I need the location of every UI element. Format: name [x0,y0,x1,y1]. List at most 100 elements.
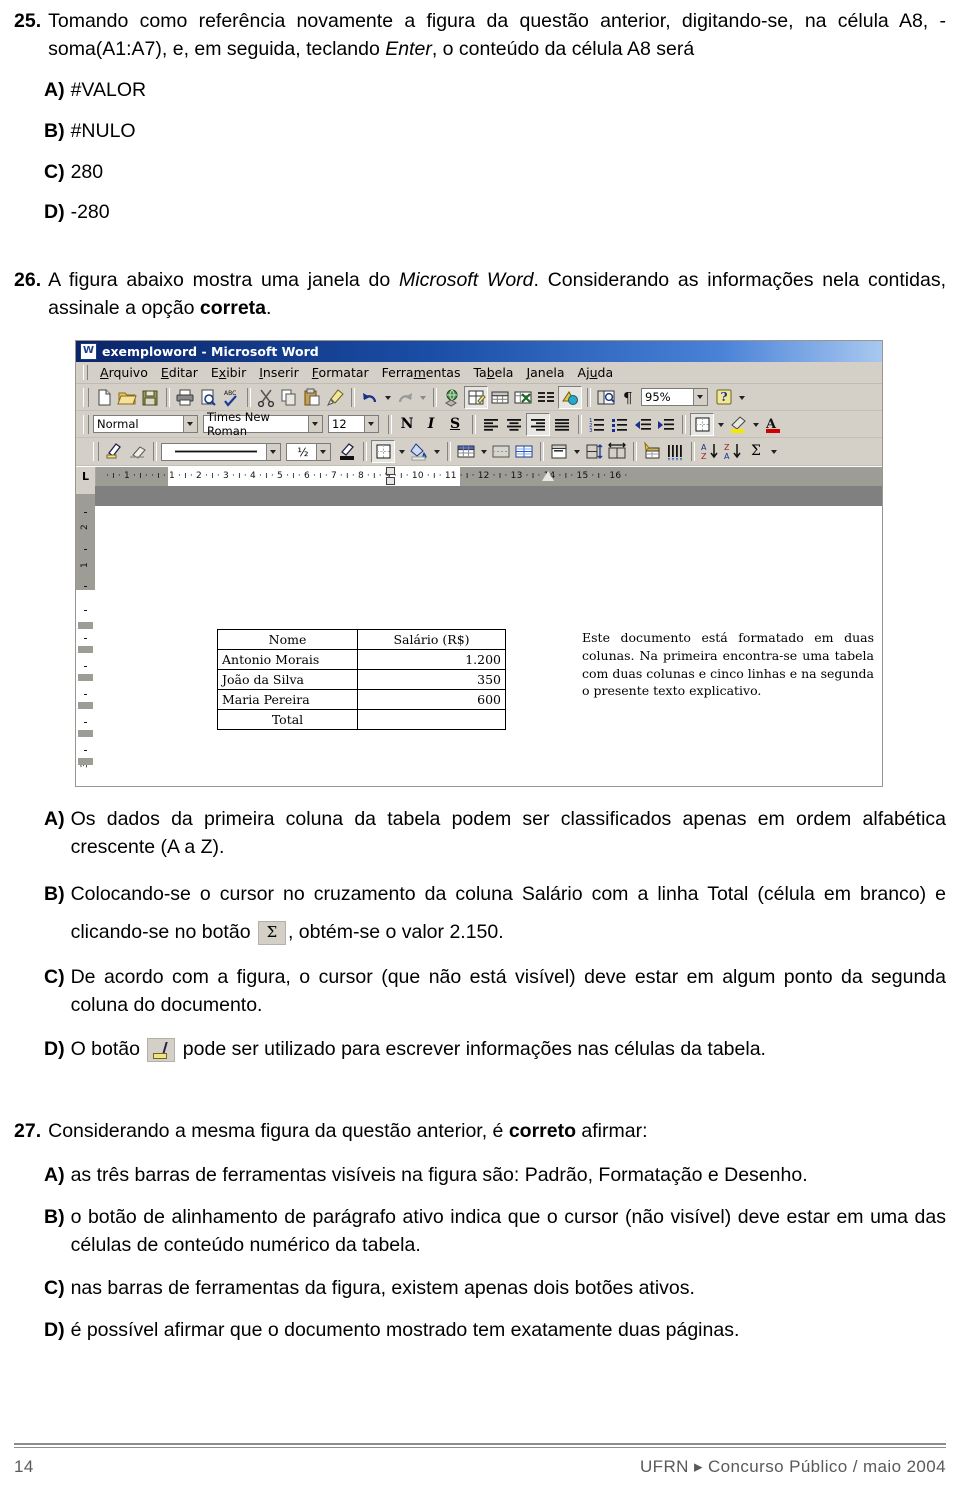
first-line-indent-marker[interactable] [386,467,395,475]
question-26-option-d[interactable]: D) O botão pode ser utilizado para escre… [14,1036,946,1064]
distribute-columns-evenly-icon[interactable] [606,441,628,462]
toolbar-grip[interactable] [83,414,89,434]
toolbar-grip[interactable] [93,442,99,461]
insert-excel-worksheet-icon[interactable] [512,387,534,408]
question-27-option-b[interactable]: B) o botão de alinhamento de parágrafo a… [14,1204,946,1259]
align-right-icon[interactable] [526,412,550,436]
font-size-dropdown-arrow-icon[interactable] [364,415,379,433]
style-combo[interactable]: Normal [93,415,183,433]
sort-descending-icon[interactable]: ZA [722,441,744,462]
style-dropdown-arrow-icon[interactable] [183,415,198,433]
line-style-combo[interactable] [161,442,266,461]
shading-color-icon[interactable] [408,441,430,462]
question-27-option-c[interactable]: C) nas barras de ferramentas da figura, … [14,1275,946,1303]
table-autoformat-icon[interactable] [641,441,663,462]
italic-button[interactable]: I [420,414,442,435]
question-27-option-a[interactable]: A) as três barras de ferramentas visívei… [14,1162,946,1190]
font-combo[interactable]: Times New Roman [203,410,308,438]
print-icon[interactable] [174,387,196,408]
autosum-icon[interactable]: Σ [745,441,767,462]
help-question-icon[interactable]: ? [713,387,735,408]
show-formatting-marks-icon[interactable]: ¶ [618,387,640,408]
borders-dropdown-arrow-icon[interactable] [715,414,727,435]
question-27-option-d[interactable]: D) é possível afirmar que o documento mo… [14,1317,946,1345]
tab-stop-selector[interactable] [76,467,96,486]
open-folder-icon[interactable] [116,387,138,408]
eraser-icon[interactable] [126,441,148,462]
toolbar-grip[interactable] [83,387,89,407]
tables-and-borders-icon[interactable] [464,385,488,409]
toolbar-overflow-arrow-icon[interactable] [768,441,780,462]
spelling-check-icon[interactable]: ABC [220,387,242,408]
question-26-option-c[interactable]: C) De acordo com a figura, o cursor (que… [14,964,946,1019]
print-preview-icon[interactable] [197,387,219,408]
line-style-dropdown-arrow-icon[interactable] [266,442,281,461]
font-size-combo[interactable]: 12 [328,415,364,433]
new-document-icon[interactable] [93,387,115,408]
columns-icon[interactable] [535,387,557,408]
shading-dropdown-arrow-icon[interactable] [431,441,443,462]
insert-table-icon[interactable] [489,387,511,408]
borders-dropdown-arrow-icon[interactable] [396,441,408,462]
drawing-icon[interactable] [558,385,582,409]
menu-item-editar[interactable]: Editar [155,364,205,381]
menu-item-arquivo[interactable]: Arquivo [94,364,155,381]
decrease-indent-icon[interactable] [632,414,654,435]
menu-grip[interactable] [83,365,88,380]
undo-icon[interactable] [359,387,381,408]
zoom-combo[interactable]: 95% [641,388,693,406]
distribute-rows-evenly-icon[interactable] [583,441,605,462]
align-top-icon[interactable] [548,441,570,462]
highlight-color-icon[interactable] [727,414,749,435]
merge-cells-icon[interactable] [490,441,512,462]
font-dropdown-arrow-icon[interactable] [308,415,323,433]
highlight-dropdown-arrow-icon[interactable] [750,414,762,435]
sort-ascending-icon[interactable]: AZ [699,441,721,462]
question-26-option-a[interactable]: A) Os dados da primeira coluna da tabela… [14,806,946,861]
copy-icon[interactable] [278,387,300,408]
undo-dropdown-arrow-icon[interactable] [382,387,394,408]
align-justify-icon[interactable] [551,414,573,435]
align-center-icon[interactable] [503,414,525,435]
bulleted-list-icon[interactable] [609,414,631,435]
line-weight-combo[interactable]: ½ [286,442,316,461]
change-text-direction-icon[interactable] [664,441,686,462]
increase-indent-icon[interactable] [655,414,677,435]
format-painter-icon[interactable] [324,387,346,408]
draw-table-pen-icon[interactable] [103,441,125,462]
save-disk-icon[interactable] [139,387,161,408]
menu-item-inserir[interactable]: Inserir [253,364,306,381]
borders-icon[interactable] [690,412,714,436]
question-26-option-b[interactable]: B) Colocando-se o cursor no cruzamento d… [14,875,946,951]
insert-table-dropdown-arrow-icon[interactable] [478,441,490,462]
horizontal-ruler[interactable]: · ı · 1 · ı · · ı · 1 · ı · 2 · ı · 3 · … [96,467,882,486]
zoom-dropdown-arrow-icon[interactable] [693,388,708,406]
redo-dropdown-arrow-icon[interactable] [417,387,429,408]
question-25-option-b[interactable]: B) #NULO [14,118,946,146]
menu-item-tabela[interactable]: Tabela [467,364,520,381]
document-canvas[interactable]: Nome Salário (R$) Antonio Morais 1.200 J… [95,486,882,786]
paste-clipboard-icon[interactable] [301,387,323,408]
insert-table-icon[interactable] [455,441,477,462]
font-color-icon[interactable]: A [762,414,784,435]
toolbar-overflow-arrow-icon[interactable] [736,387,748,408]
line-weight-dropdown-arrow-icon[interactable] [316,442,331,461]
menu-item-exibir[interactable]: Exibir [205,364,253,381]
menu-item-janela[interactable]: Janela [520,364,571,381]
left-indent-marker[interactable] [386,477,395,485]
border-color-icon[interactable] [336,441,358,462]
align-left-icon[interactable] [480,414,502,435]
document-map-icon[interactable] [595,387,617,408]
salary-table[interactable]: Nome Salário (R$) Antonio Morais 1.200 J… [217,629,506,730]
align-cell-dropdown-arrow-icon[interactable] [571,441,583,462]
right-indent-marker[interactable] [542,471,554,481]
vertical-ruler[interactable]: 2 1 1 2 3 [76,494,95,786]
underline-button[interactable]: S [444,414,466,435]
numbered-list-icon[interactable]: 123 [586,414,608,435]
menu-item-ajuda[interactable]: Ajuda [572,364,621,381]
menu-item-ferramentas[interactable]: Ferramentas [376,364,468,381]
redo-icon[interactable] [394,387,416,408]
document-page[interactable]: Nome Salário (R$) Antonio Morais 1.200 J… [95,506,882,786]
menu-item-formatar[interactable]: Formatar [306,364,376,381]
question-25-option-a[interactable]: A) #VALOR [14,77,946,105]
